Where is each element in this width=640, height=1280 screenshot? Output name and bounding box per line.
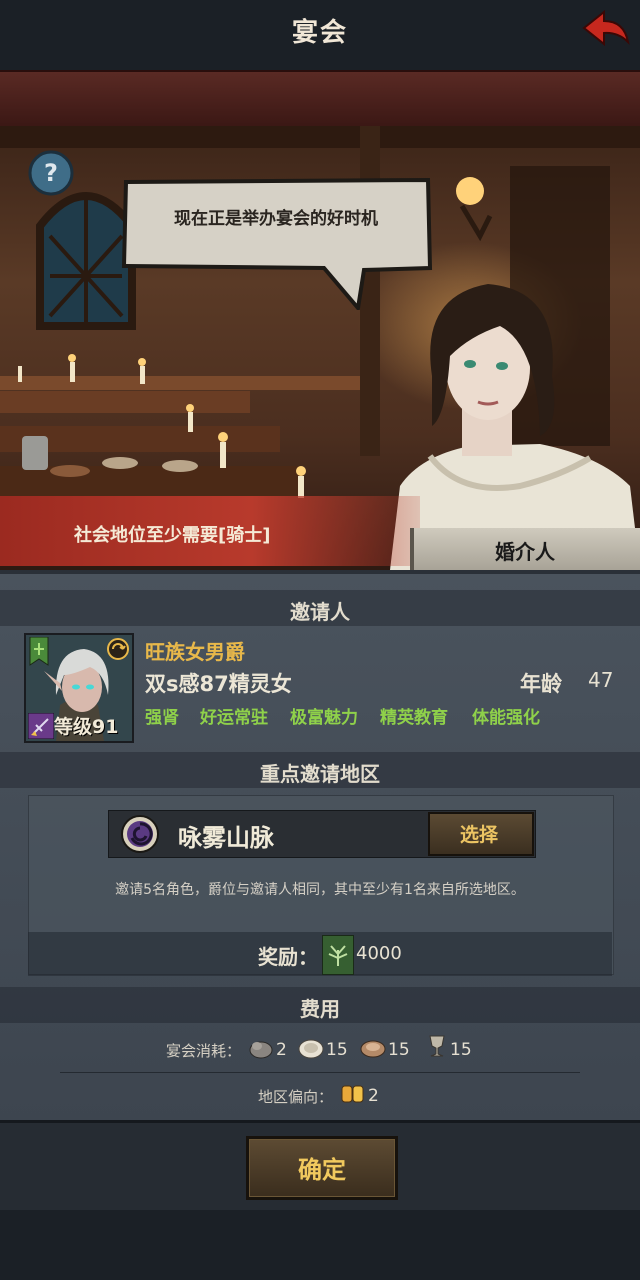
age-label: 年龄 — [520, 672, 562, 696]
class-sword-icon — [28, 713, 54, 739]
reward-bar — [28, 932, 612, 976]
back-arrow-icon[interactable] — [580, 6, 632, 50]
trait-badge[interactable]: 强肾 — [145, 703, 179, 728]
stone-icon — [249, 1041, 273, 1059]
footer-strip — [0, 1210, 640, 1280]
goblet-icon — [429, 1035, 445, 1057]
reward-value: 4000 — [356, 943, 402, 964]
mist-mountain-icon — [121, 815, 159, 853]
trait-badge[interactable]: 极富魅力 — [290, 703, 358, 728]
trait-badge[interactable]: 精英教育 — [380, 703, 448, 728]
cost-divider — [60, 1072, 580, 1073]
swap-cycle-icon[interactable] — [106, 637, 130, 661]
inviter-section-title: 邀请人 — [290, 600, 350, 624]
trait-badge[interactable]: 体能强化 — [472, 703, 540, 728]
meat-icon — [360, 1040, 386, 1058]
feast-cost-label: 宴会消耗： — [166, 1042, 242, 1060]
region-name: 咏雾山脉 — [178, 824, 274, 852]
speech-bubble — [121, 177, 433, 310]
scroll-bundle-icon — [341, 1085, 364, 1103]
age-value: 47 — [588, 668, 614, 692]
region-bias-value: 2 — [368, 1086, 379, 1106]
bread-icon — [298, 1039, 324, 1059]
npc-speech-text: 现在正是举办宴会的好时机 — [174, 209, 378, 229]
requirement-text: 社会地位至少需要[骑士] — [74, 525, 271, 546]
confirm-button[interactable] — [246, 1136, 398, 1200]
rank-banner-icon — [29, 637, 49, 666]
header-bar — [0, 70, 640, 131]
inviter-title: 旺族女男爵 — [145, 640, 245, 664]
cost-meat-value: 15 — [388, 1040, 410, 1060]
cost-goblet-value: 15 — [450, 1040, 472, 1060]
cost-section-title: 费用 — [300, 997, 340, 1021]
trait-badge[interactable]: 好运常驻 — [200, 703, 268, 728]
tree-banner-icon — [322, 935, 354, 975]
region-section-title: 重点邀请地区 — [260, 762, 380, 786]
page-title: 宴会 — [291, 18, 348, 48]
reward-label: 奖励： — [258, 945, 318, 969]
region-description: 邀请5名角色，爵位与邀请人相同，其中至少有1名来自所选地区。 — [115, 882, 525, 898]
svg-text:?: ? — [44, 159, 58, 187]
cost-stone-value: 2 — [276, 1040, 287, 1060]
select-region-button[interactable] — [428, 812, 534, 856]
help-question-icon[interactable]: ? — [27, 149, 75, 197]
cost-bread-value: 15 — [326, 1040, 348, 1060]
inviter-race: 双s感87精灵女 — [145, 672, 292, 696]
npc-name: 婚介人 — [495, 540, 555, 564]
region-bias-label: 地区偏向： — [258, 1088, 334, 1106]
inviter-level: 等级91 — [54, 716, 119, 738]
